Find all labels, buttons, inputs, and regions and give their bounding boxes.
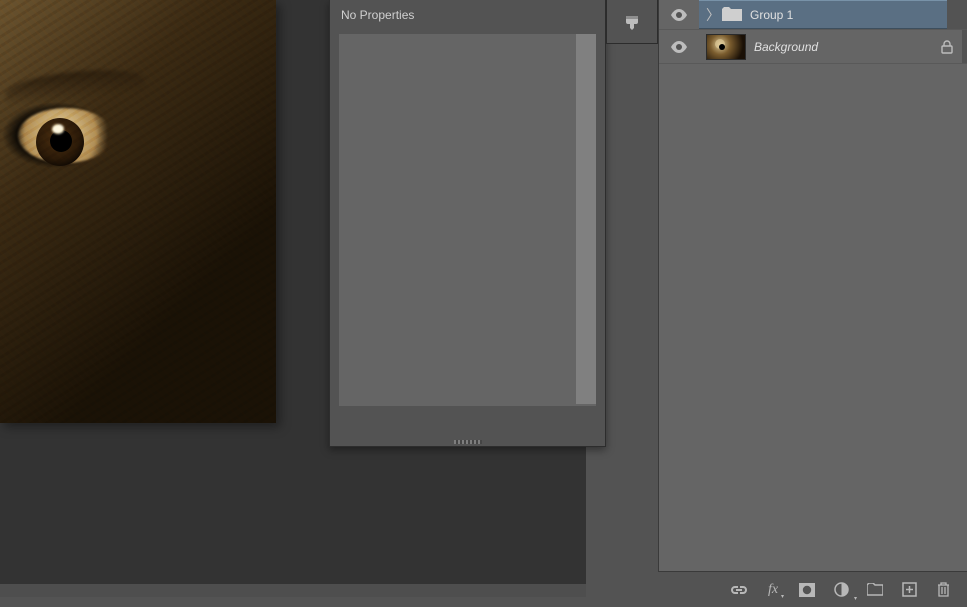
new-layer-icon <box>902 582 917 597</box>
link-icon <box>730 585 748 595</box>
new-group-button[interactable] <box>865 580 885 600</box>
brush-icon <box>623 13 641 31</box>
visibility-toggle[interactable] <box>659 9 699 21</box>
delete-layer-button[interactable] <box>933 580 953 600</box>
trash-icon <box>937 582 950 597</box>
layer-mask-icon <box>799 583 815 597</box>
properties-scrollbar[interactable] <box>576 34 596 404</box>
expand-caret-icon[interactable]: 〉 <box>706 5 714 25</box>
chevron-down-icon: ▾ <box>854 595 857 602</box>
layer-thumbnail[interactable] <box>706 34 746 60</box>
visibility-toggle[interactable] <box>659 41 699 53</box>
image-content <box>0 0 276 423</box>
properties-empty-label: No Properties <box>330 0 605 30</box>
add-mask-button[interactable] <box>797 580 817 600</box>
layers-footer: fx▾ ▾ <box>658 571 967 607</box>
layers-panel: 〉 Group 1 Background <box>658 0 967 607</box>
eye-icon <box>670 9 688 21</box>
link-layers-button[interactable] <box>729 580 749 600</box>
layer-row-group[interactable]: 〉 Group 1 <box>659 0 967 30</box>
adjustment-layer-button[interactable]: ▾ <box>831 580 851 600</box>
collapsed-panel-button[interactable] <box>606 0 658 44</box>
layer-name-label[interactable]: Background <box>754 40 818 54</box>
layer-row-background[interactable]: Background <box>659 30 967 64</box>
adjustment-icon <box>834 582 849 597</box>
document-image[interactable] <box>0 0 276 423</box>
layer-content[interactable]: 〉 Group 1 <box>699 0 947 29</box>
fx-icon: fx▾ <box>768 582 778 598</box>
layer-content[interactable]: Background <box>699 30 932 63</box>
properties-panel: No Properties <box>329 0 606 447</box>
folder-icon <box>867 583 883 596</box>
properties-body <box>339 34 596 406</box>
lock-indicator[interactable] <box>932 40 962 54</box>
layer-name-label[interactable]: Group 1 <box>750 8 793 22</box>
new-layer-button[interactable] <box>899 580 919 600</box>
panel-resize-handle[interactable] <box>330 438 605 446</box>
grip-icon <box>454 440 482 444</box>
layer-effects-button[interactable]: fx▾ <box>763 580 783 600</box>
layers-list[interactable]: 〉 Group 1 Background <box>658 0 967 571</box>
folder-icon <box>722 7 742 22</box>
status-bar <box>0 584 586 597</box>
eye-icon <box>670 41 688 53</box>
lock-icon <box>941 40 953 54</box>
